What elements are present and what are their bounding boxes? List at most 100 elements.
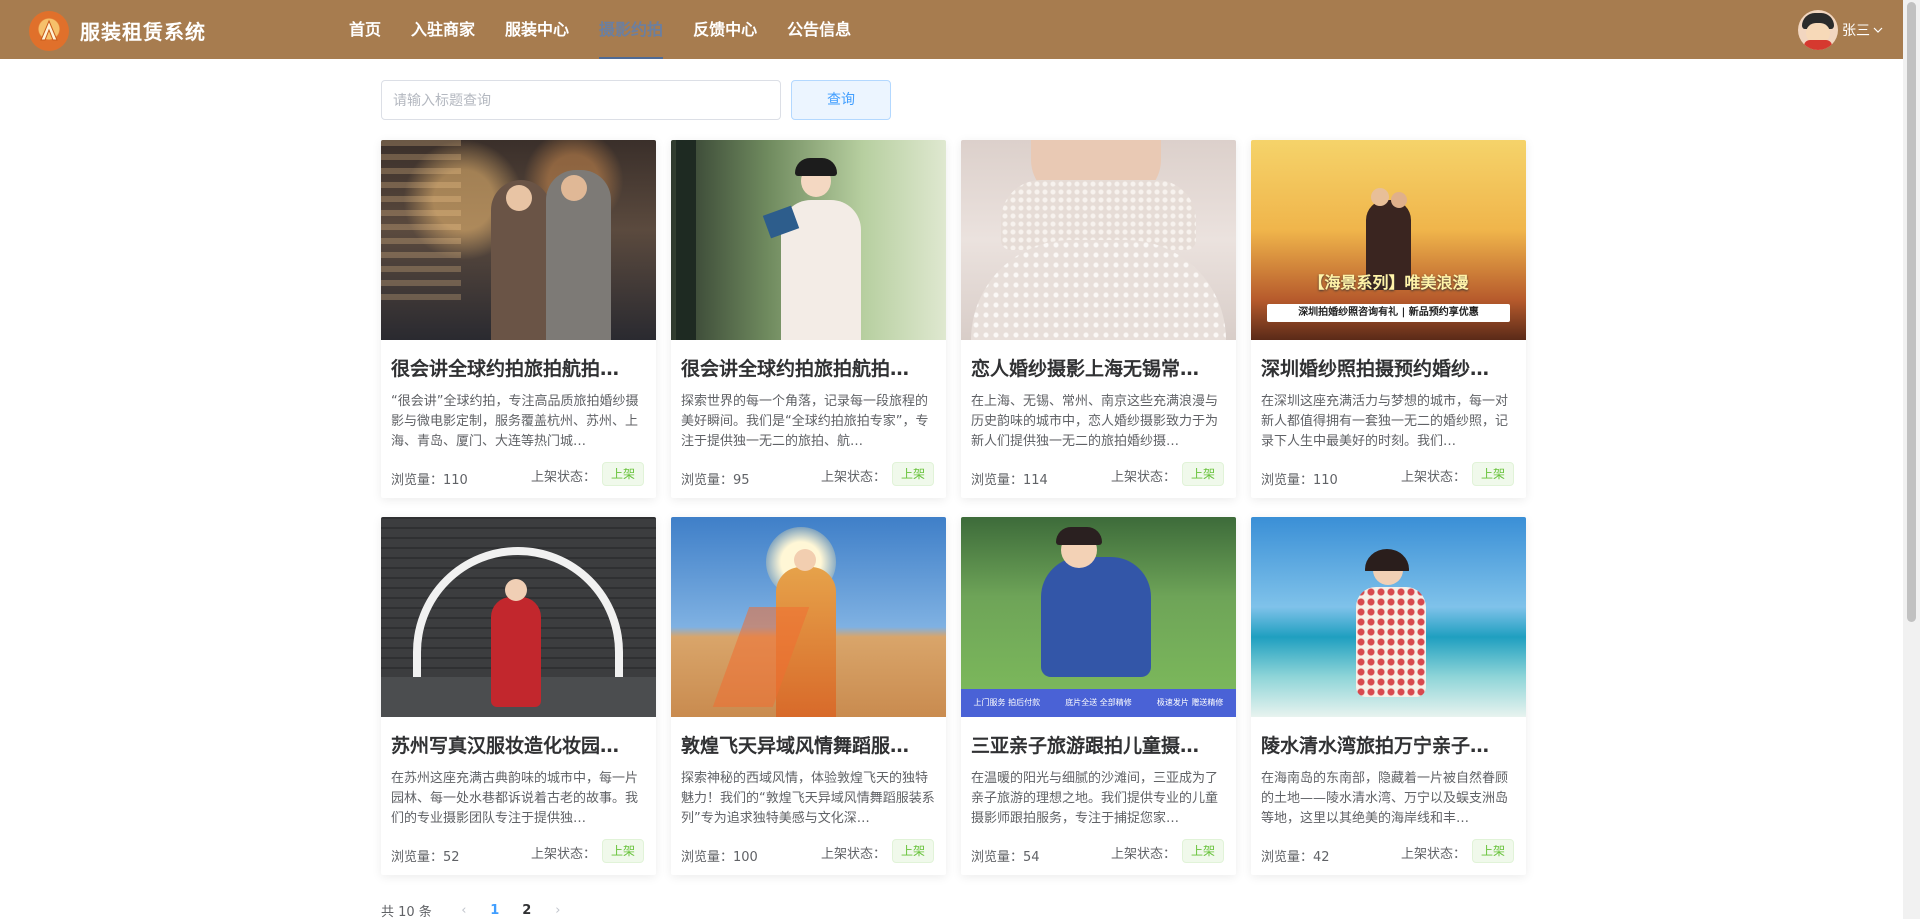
status-badge: 上架 <box>1472 839 1515 863</box>
photo-card[interactable]: 很会讲全球约拍旅拍航拍… “很会讲”全球约拍，专注高品质旅拍婚纱摄影与微电影定制… <box>381 140 656 498</box>
card-image[interactable] <box>671 140 946 340</box>
card-banner-subtext: 深圳拍婚纱照咨询有礼 | 新品预约享优惠 <box>1267 304 1510 322</box>
card-title[interactable]: 三亚亲子旅游跟拍儿童摄… <box>971 731 1227 758</box>
card-image[interactable]: 【海景系列】唯美浪漫 深圳拍婚纱照咨询有礼 | 新品预约享优惠 <box>1251 140 1526 340</box>
status-badge: 上架 <box>1472 462 1515 486</box>
card-description: 在深圳这座充满活力与梦想的城市，每一对新人都值得拥有一套独一无二的婚纱照，记录下… <box>1261 394 1509 449</box>
card-description: “很会讲”全球约拍，专注高品质旅拍婚纱摄影与微电影定制，服务覆盖杭州、苏州、上海… <box>391 394 639 449</box>
nav-feedback[interactable]: 反馈中心 <box>693 0 757 59</box>
status-badge: 上架 <box>602 839 645 863</box>
card-views: 浏览量：54 <box>971 846 1040 865</box>
logo-icon[interactable] <box>29 11 69 51</box>
views-label: 浏览量： <box>971 473 1024 488</box>
views-count: 42 <box>1313 850 1330 865</box>
views-count: 110 <box>443 473 468 488</box>
photo-card[interactable]: 敦煌飞天异域风情舞蹈服… 探索神秘的西域风情，体验敦煌飞天的独特魅力！我们的“敦… <box>671 517 946 875</box>
top-header: 服装租赁系统 首页 入驻商家 服装中心 摄影约拍 反馈中心 公告信息 张三 <box>0 0 1903 59</box>
card-views: 浏览量：110 <box>1261 469 1338 488</box>
card-title[interactable]: 敦煌飞天异域风情舞蹈服… <box>681 731 937 758</box>
status-badge: 上架 <box>1182 839 1225 863</box>
views-count: 114 <box>1023 473 1048 488</box>
status-badge: 上架 <box>602 462 645 486</box>
card-title[interactable]: 深圳婚纱照拍摄预约婚纱… <box>1261 354 1517 381</box>
service-badge: 底片全送 全部精修 <box>1065 698 1132 707</box>
photo-card[interactable]: 很会讲全球约拍旅拍航拍… 探索世界的每一个角落，记录每一段旅程的美好瞬间。我们是… <box>671 140 946 498</box>
next-page-icon[interactable]: › <box>548 903 568 918</box>
card-views: 浏览量：114 <box>971 469 1048 488</box>
card-title[interactable]: 恋人婚纱摄影上海无锡常… <box>971 354 1227 381</box>
card-image[interactable] <box>1251 517 1526 717</box>
photo-card[interactable]: 恋人婚纱摄影上海无锡常… 在上海、无锡、常州、南京这些充满浪漫与历史韵味的城市中… <box>961 140 1236 498</box>
avatar[interactable] <box>1798 10 1838 50</box>
views-label: 浏览量： <box>1261 473 1314 488</box>
card-description: 在温暖的阳光与细腻的沙滩间，三亚成为了亲子旅游的理想之地。我们提供专业的儿童摄影… <box>971 771 1219 826</box>
photo-card[interactable]: 苏州写真汉服妆造化妆园… 在苏州这座充满古典韵味的城市中，每一片园林、每一处水巷… <box>381 517 656 875</box>
card-image[interactable]: 上门服务 拍后付款 底片全送 全部精修 极速发片 赠送精修 <box>961 517 1236 717</box>
status-badge: 上架 <box>892 839 935 863</box>
views-label: 浏览量： <box>681 850 734 865</box>
prev-page-icon[interactable]: ‹ <box>454 903 474 918</box>
views-count: 95 <box>733 473 750 488</box>
card-views: 浏览量：52 <box>391 846 460 865</box>
user-name[interactable]: 张三 <box>1842 20 1870 40</box>
nav-clothing-center[interactable]: 服装中心 <box>505 0 569 59</box>
nav-home[interactable]: 首页 <box>349 0 381 59</box>
nav-photography[interactable]: 摄影约拍 <box>599 0 664 59</box>
service-badge: 极速发片 赠送精修 <box>1156 698 1224 707</box>
nav-announcements[interactable]: 公告信息 <box>787 0 851 59</box>
status-badge: 上架 <box>1182 462 1225 486</box>
views-label: 浏览量： <box>971 850 1024 865</box>
views-count: 54 <box>1023 850 1040 865</box>
status-label: 上架状态： <box>821 470 887 485</box>
card-views: 浏览量：95 <box>681 469 750 488</box>
card-description: 探索世界的每一个角落，记录每一段旅程的美好瞬间。我们是“全球约拍旅拍专家”，专注… <box>681 394 929 449</box>
nav-merchants[interactable]: 入驻商家 <box>411 0 475 59</box>
card-description: 在苏州这座充满古典韵味的城市中，每一片园林、每一处水巷都诉说着古老的故事。我们的… <box>391 771 639 826</box>
card-description: 在海南岛的东南部，隐藏着一片被自然眷顾的土地——陵水清水湾、万宁以及蜈支洲岛等地… <box>1261 771 1509 826</box>
card-title[interactable]: 很会讲全球约拍旅拍航拍… <box>391 354 647 381</box>
card-image[interactable] <box>961 140 1236 340</box>
photo-card[interactable]: 陵水清水湾旅拍万宁亲子… 在海南岛的东南部，隐藏着一片被自然眷顾的土地——陵水清… <box>1251 517 1526 875</box>
card-banner-text: 【海景系列】唯美浪漫 <box>1308 273 1469 292</box>
status-label: 上架状态： <box>1401 470 1467 485</box>
status-label: 上架状态： <box>531 470 597 485</box>
status-label: 上架状态： <box>821 847 887 862</box>
status-badge: 上架 <box>892 462 935 486</box>
card-image[interactable] <box>381 517 656 717</box>
page-number[interactable]: 1 <box>484 903 506 918</box>
views-label: 浏览量： <box>391 473 444 488</box>
app-title[interactable]: 服装租赁系统 <box>80 16 206 45</box>
photo-card[interactable]: 上门服务 拍后付款 底片全送 全部精修 极速发片 赠送精修 三亚亲子旅游跟拍儿童… <box>961 517 1236 875</box>
views-count: 100 <box>733 850 758 865</box>
chevron-down-icon[interactable] <box>1873 25 1883 35</box>
scrollbar-thumb[interactable] <box>1907 2 1916 622</box>
status-label: 上架状态： <box>1111 470 1177 485</box>
views-label: 浏览量： <box>391 850 444 865</box>
card-image[interactable] <box>671 517 946 717</box>
search-input[interactable] <box>381 80 781 120</box>
photo-card[interactable]: 【海景系列】唯美浪漫 深圳拍婚纱照咨询有礼 | 新品预约享优惠 深圳婚纱照拍摄预… <box>1251 140 1526 498</box>
card-title[interactable]: 陵水清水湾旅拍万宁亲子… <box>1261 731 1517 758</box>
user-menu[interactable]: 张三 <box>1798 10 1883 50</box>
card-views: 浏览量：100 <box>681 846 758 865</box>
views-label: 浏览量： <box>681 473 734 488</box>
main-nav: 首页 入驻商家 服装中心 摄影约拍 反馈中心 公告信息 <box>349 0 881 59</box>
card-views: 浏览量：42 <box>1261 846 1330 865</box>
page-scrollbar[interactable] <box>1903 0 1920 919</box>
card-title[interactable]: 很会讲全球约拍旅拍航拍… <box>681 354 937 381</box>
search-button[interactable]: 查询 <box>791 80 891 120</box>
card-description: 在上海、无锡、常州、南京这些充满浪漫与历史韵味的城市中，恋人婚纱摄影致力于为新人… <box>971 394 1219 449</box>
page-number[interactable]: 2 <box>516 903 538 918</box>
pagination: 共 10 条 ‹ 1 2 › <box>381 900 578 920</box>
views-count: 110 <box>1313 473 1338 488</box>
card-description: 探索神秘的西域风情，体验敦煌飞天的独特魅力！我们的“敦煌飞天异域风情舞蹈服装系列… <box>681 771 935 826</box>
card-image[interactable] <box>381 140 656 340</box>
views-count: 52 <box>443 850 460 865</box>
service-badge: 上门服务 拍后付款 <box>973 698 1041 707</box>
pagination-total: 共 10 条 <box>381 904 432 920</box>
card-title[interactable]: 苏州写真汉服妆造化妆园… <box>391 731 647 758</box>
status-label: 上架状态： <box>1111 847 1177 862</box>
status-label: 上架状态： <box>531 847 597 862</box>
status-label: 上架状态： <box>1401 847 1467 862</box>
views-label: 浏览量： <box>1261 850 1314 865</box>
